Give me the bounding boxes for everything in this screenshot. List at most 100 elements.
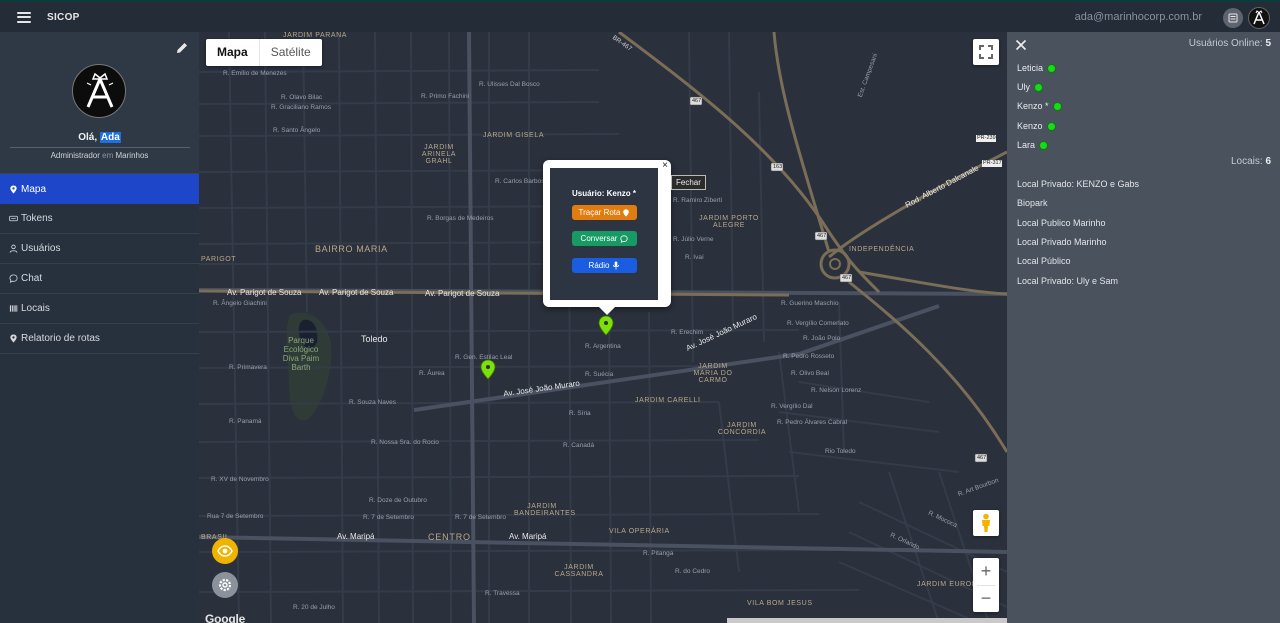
close-tooltip: Fechar — [671, 175, 706, 190]
popup-close-button[interactable]: × — [662, 160, 668, 171]
sidebar: Olá, Ada Administrador em Marinhos Mapa … — [0, 32, 199, 623]
map-marker-user[interactable] — [480, 359, 496, 380]
road-label: R. Vergílio Dal — [771, 403, 813, 410]
road-label: R. Canadá — [563, 442, 595, 449]
road-label: R. Doze de Outubro — [369, 497, 427, 504]
street-view-button[interactable] — [973, 510, 999, 536]
road-label: R. Guerino Maschio — [781, 300, 839, 307]
local-item[interactable]: Local Privado: KENZO e Gabs — [1017, 179, 1139, 189]
nav-item-mapa[interactable]: Mapa — [0, 174, 199, 204]
road-label: R. Ramiro Ziberti — [673, 197, 723, 204]
app-title: SICOP — [47, 11, 80, 23]
button-label: Rádio — [588, 261, 610, 270]
nav-label: Mapa — [21, 183, 47, 195]
trace-route-button[interactable]: Traçar Rota — [572, 205, 637, 220]
map-label: JARDIM CARELLI — [635, 397, 701, 404]
online-user-item[interactable]: Uly — [1017, 82, 1043, 92]
map-type-control: Mapa Satélite — [206, 39, 322, 66]
menu-icon[interactable] — [17, 11, 31, 23]
nav-item-locais[interactable]: Locais — [0, 294, 199, 324]
nav-item-chat[interactable]: Chat — [0, 264, 199, 294]
user-icon — [9, 244, 18, 253]
road-label: R. Olivo Beal — [791, 370, 829, 377]
user-avatar-button[interactable] — [1248, 7, 1270, 29]
pencil-icon[interactable] — [175, 41, 189, 55]
road-label: R. Pedro Rosseto — [783, 353, 835, 360]
ticket-icon — [9, 215, 18, 222]
map-type-mapa-button[interactable]: Mapa — [206, 39, 260, 66]
chat-bubble-icon — [620, 234, 629, 243]
road-label: R. 7 de Setembro — [455, 514, 506, 521]
map-label: JARDIM CONCÓRDIA — [717, 422, 767, 436]
road-label: Av. Maripá — [337, 532, 375, 541]
fullscreen-button[interactable] — [973, 39, 999, 65]
microphone-icon — [613, 261, 620, 270]
popup-content: Usuário: Kenzo * Traçar Rota Conversar R… — [550, 168, 658, 300]
road-label: R. Vergílio Comerlato — [787, 320, 849, 327]
zoom-in-button[interactable]: + — [973, 558, 999, 585]
divider — [977, 585, 995, 586]
road-label: R. Júlio Verne — [673, 236, 714, 243]
online-user-item[interactable]: Kenzo * — [1017, 101, 1062, 111]
river-label: Rio Toledo — [825, 448, 856, 455]
road-label: R. Nelson Lorenz — [811, 387, 862, 394]
eye-icon — [217, 545, 233, 557]
online-user-item[interactable]: Kenzo — [1017, 121, 1056, 131]
road-label: Av. Parigot de Souza — [227, 288, 302, 297]
local-item[interactable]: Local Publico Marinho — [1017, 218, 1106, 228]
nav-label: Tokens — [21, 213, 53, 224]
local-item[interactable]: Local Público — [1017, 256, 1071, 266]
popup-user-name: Usuário: Kenzo * — [571, 189, 636, 198]
online-user-item[interactable]: Leticia — [1017, 63, 1057, 73]
park-label: Parque Ecológico Diva Paim Barth — [282, 336, 320, 372]
top-bar: SICOP ada@marinhocorp.com.br — [0, 0, 1280, 32]
online-user-name: Kenzo — [1017, 121, 1043, 131]
highway-label: PR-317 — [983, 160, 1002, 166]
visibility-button[interactable] — [212, 538, 238, 564]
online-user-item[interactable]: Lara — [1017, 140, 1049, 150]
local-item[interactable]: Biopark — [1017, 198, 1048, 208]
close-icon[interactable] — [1015, 39, 1027, 51]
user-role: Administrador em Marinhos — [0, 151, 199, 160]
road-label: R. Suécia — [585, 371, 614, 378]
google-logo: Google — [205, 612, 246, 623]
user-email: ada@marinhocorp.com.br — [1074, 11, 1202, 23]
road-label: R. Santo Ângelo — [273, 127, 321, 134]
road-label: R. Carlos Barbosa — [495, 178, 549, 185]
local-item[interactable]: Local Privado: Uly e Sam — [1017, 276, 1118, 286]
road-label: R. Argentina — [585, 343, 621, 350]
map-marker-kenzo[interactable] — [598, 315, 614, 336]
road-label: R. Pedro Álvares Cabral — [777, 419, 848, 426]
local-item[interactable]: Local Privado Marinho — [1017, 237, 1107, 247]
map-label: VILA BOM JESUS — [747, 600, 813, 607]
map-label: BAIRRO MARIA — [315, 244, 388, 254]
map-label: JARDIM BANDEIRANTES — [514, 503, 576, 517]
road-label: R. Ângelo Giachini — [213, 300, 267, 307]
pegman-icon — [982, 513, 990, 532]
role-connector: em — [102, 151, 114, 160]
chat-bubble-icon — [9, 274, 18, 283]
online-user-name: Kenzo * — [1017, 101, 1049, 111]
road-label: R. Nossa Sra. do Rocio — [371, 439, 439, 446]
nav-item-usuarios[interactable]: Usuários — [0, 234, 199, 264]
highway-shield: 467 — [692, 98, 702, 104]
conversar-button[interactable]: Conversar — [572, 231, 637, 246]
radio-button[interactable]: Rádio — [572, 258, 637, 273]
nav-item-tokens[interactable]: Tokens — [0, 204, 199, 234]
road-label: Rua 7 de Setembro — [207, 513, 264, 520]
settings-button[interactable] — [212, 572, 238, 598]
road-label: R. Souza Naves — [349, 399, 396, 406]
road-label: R. Síria — [569, 410, 591, 417]
online-status-dot — [1047, 63, 1057, 73]
map-canvas[interactable]: BAIRRO MARIA JARDIM ARINELA GRAHL JARDIM… — [199, 32, 1007, 623]
nav-label: Locais — [21, 303, 50, 314]
role-text: Administrador — [50, 151, 100, 160]
map-label: JARDIM PARANÁ — [283, 32, 348, 39]
nav-label: Usuários — [21, 243, 61, 254]
nav-item-relatorio-de-rotas[interactable]: Relatorio de rotas — [0, 324, 199, 354]
calculator-button[interactable] — [1223, 8, 1243, 28]
highway-shield: 467 — [817, 233, 827, 239]
nav-label: Chat — [21, 273, 43, 284]
map-type-satellite-button[interactable]: Satélite — [260, 39, 322, 66]
zoom-out-button[interactable]: − — [973, 585, 999, 612]
